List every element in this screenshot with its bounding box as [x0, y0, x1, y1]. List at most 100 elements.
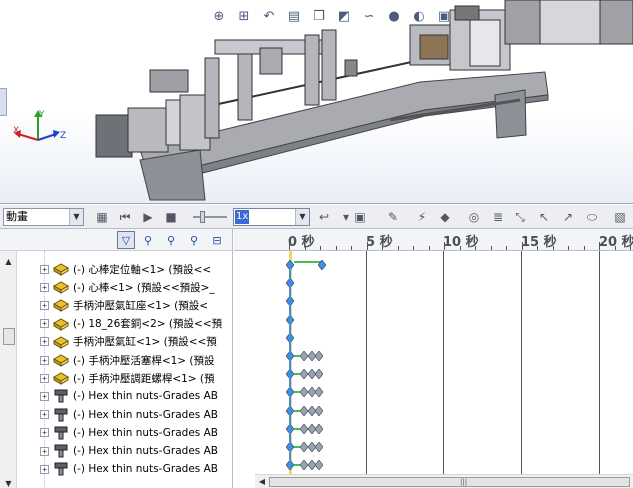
- keyframe[interactable]: [315, 351, 323, 361]
- gravity-icon[interactable]: ⬭: [584, 209, 600, 225]
- play-from-start-icon[interactable]: ⏮: [117, 209, 133, 225]
- graphics-viewport[interactable]: ⊕ ⊞ ↶ ▤ ❒ ◩ ∽ ● ◐ ▣ ◧ ◨ Y X Z: [0, 0, 633, 204]
- part-icon: [53, 372, 69, 386]
- scroll-left-icon[interactable]: ◀: [256, 476, 268, 488]
- keyframe[interactable]: [300, 423, 308, 434]
- tree-row[interactable]: + 手柄沖壓氣缸座<1> (預設<: [40, 296, 232, 314]
- triad-y-label: Y: [38, 110, 45, 120]
- tree-row-label: (-) 心棒<1> (預設<<預設>_: [73, 281, 215, 294]
- expand-icon[interactable]: +: [40, 264, 49, 274]
- fastener-icon: [54, 389, 68, 403]
- tree-row[interactable]: + 手柄沖壓氣缸<1> (預設<<預: [40, 333, 232, 351]
- tree-row[interactable]: + (-) 手柄沖壓調距螺桿<1> (預: [40, 369, 232, 387]
- time-ruler[interactable]: 0 秒 5 秒 10 秒 15 秒 20 秒: [234, 229, 633, 251]
- filter-animated-icon[interactable]: ▽: [117, 231, 135, 249]
- expand-icon[interactable]: +: [40, 282, 49, 292]
- fastener-icon: [54, 408, 68, 422]
- timeline-horizontal-scrollbar[interactable]: ◀ |||: [255, 474, 633, 488]
- expand-icon[interactable]: +: [40, 410, 49, 420]
- motion-manager-toolbar: 動畫 ▼ ▦ ⏮ ▶ ■ 1x ▼ ↩ ▾ ▣ ✎ ⚡ ◆ ◎ ≣ ⤡ ↖ ↗ …: [0, 205, 633, 229]
- filter-collapse-icon[interactable]: ⊟: [208, 231, 226, 249]
- ruler-label-0: 0 秒: [288, 235, 315, 250]
- minor-tick: [351, 246, 352, 250]
- tree-vertical-scrollbar[interactable]: ▲ ▼: [0, 251, 17, 488]
- study-type-value: 動畫: [6, 210, 28, 223]
- contact-icon[interactable]: ↗: [560, 209, 576, 225]
- keyframe[interactable]: [300, 369, 308, 380]
- add-update-key-icon[interactable]: ◆: [437, 209, 453, 225]
- expand-icon[interactable]: +: [40, 391, 49, 401]
- expand-icon[interactable]: +: [40, 355, 49, 365]
- scroll-up-icon[interactable]: ▲: [3, 257, 14, 267]
- keyframe[interactable]: [315, 460, 323, 471]
- keyframe[interactable]: [315, 423, 323, 434]
- fastener-icon: [54, 462, 68, 476]
- part-icon: [53, 299, 69, 313]
- calculate-icon[interactable]: ▦: [94, 209, 110, 225]
- scrollbar-thumb[interactable]: [3, 328, 15, 345]
- minor-tick: [568, 246, 569, 250]
- filter-driving-icon[interactable]: ⚲: [139, 231, 157, 249]
- keyframe[interactable]: [315, 405, 323, 416]
- expand-icon[interactable]: +: [40, 428, 49, 438]
- motion-timeline[interactable]: 0 秒 5 秒 10 秒 15 秒 20 秒 ◀ |||: [234, 229, 633, 488]
- results-icon[interactable]: ▧: [612, 209, 628, 225]
- save-animation-icon[interactable]: ▣: [352, 209, 368, 225]
- tree-row[interactable]: + (-) 18_26套銅<2> (預設<<預: [40, 315, 232, 333]
- scrollbar-thumb[interactable]: |||: [269, 477, 630, 487]
- play-icon[interactable]: ▶: [140, 209, 156, 225]
- stop-icon[interactable]: ■: [163, 209, 179, 225]
- damper-icon[interactable]: ⤡: [512, 209, 528, 225]
- tree-row[interactable]: + (-) Hex thin nuts-Grades AB: [40, 424, 232, 442]
- slider-thumb[interactable]: [200, 211, 205, 223]
- expand-icon[interactable]: +: [40, 373, 49, 383]
- keyframe[interactable]: [300, 351, 308, 361]
- spring-icon[interactable]: ≣: [490, 209, 506, 225]
- chevron-down-icon[interactable]: ▼: [295, 209, 309, 225]
- keyframe[interactable]: [318, 260, 326, 270]
- tree-row[interactable]: + (-) Hex thin nuts-Grades AB: [40, 460, 232, 478]
- expand-icon[interactable]: +: [40, 446, 49, 456]
- part-icon: [53, 354, 69, 367]
- expand-icon[interactable]: +: [40, 319, 49, 329]
- expand-icon[interactable]: +: [40, 337, 49, 347]
- expand-icon[interactable]: +: [40, 300, 49, 310]
- tree-row[interactable]: + (-) Hex thin nuts-Grades AB: [40, 406, 232, 424]
- ruler-label-15: 15 秒: [521, 235, 557, 250]
- motor-icon[interactable]: ◎: [466, 209, 482, 225]
- assembly-model[interactable]: [80, 0, 633, 204]
- tree-row[interactable]: + (-) 心棒<1> (預設<<預設>_: [40, 278, 232, 296]
- keyframe[interactable]: [300, 460, 308, 471]
- tree-row-label: (-) Hex thin nuts-Grades AB: [73, 445, 219, 457]
- panel-expand-handle[interactable]: [0, 88, 7, 116]
- keyframe[interactable]: [315, 387, 323, 398]
- fastener-icon: [54, 426, 68, 440]
- autokey-icon[interactable]: ⚡: [414, 209, 430, 225]
- part-icon: [53, 336, 69, 349]
- key-connector: [289, 269, 291, 470]
- fastener-icon: [54, 444, 68, 458]
- keyframe[interactable]: [300, 442, 308, 452]
- playback-speed-value: 1x: [235, 210, 250, 224]
- animation-wizard-icon[interactable]: ✎: [385, 209, 401, 225]
- tree-row[interactable]: + (-) 心棒定位軸<1> (預設<<: [40, 260, 232, 278]
- keyframe[interactable]: [315, 442, 323, 452]
- force-icon[interactable]: ↖: [536, 209, 552, 225]
- tree-row[interactable]: + (-) Hex thin nuts-Grades AB: [40, 387, 232, 405]
- scroll-down-icon[interactable]: ▼: [3, 479, 14, 488]
- filter-selected-icon[interactable]: ⚲: [162, 231, 180, 249]
- tree-row[interactable]: + (-) Hex thin nuts-Grades AB: [40, 442, 232, 460]
- keyframe[interactable]: [300, 387, 308, 398]
- filter-results-icon[interactable]: ⚲: [185, 231, 203, 249]
- expand-icon[interactable]: +: [40, 464, 49, 474]
- playback-speed-slider[interactable]: [193, 216, 227, 218]
- playback-mode-icon[interactable]: ↩: [316, 209, 332, 225]
- playback-speed-select[interactable]: 1x ▼: [233, 208, 310, 226]
- tree-row[interactable]: + (-) 手柄沖壓活塞桿<1> (預設: [40, 351, 232, 369]
- ruler-label-20: 20 秒: [599, 235, 633, 250]
- tree-row-label: (-) Hex thin nuts-Grades AB: [73, 426, 219, 439]
- study-type-select[interactable]: 動畫 ▼: [3, 208, 84, 226]
- keyframe[interactable]: [315, 369, 323, 380]
- chevron-down-icon[interactable]: ▼: [69, 209, 83, 225]
- keyframe[interactable]: [300, 405, 308, 416]
